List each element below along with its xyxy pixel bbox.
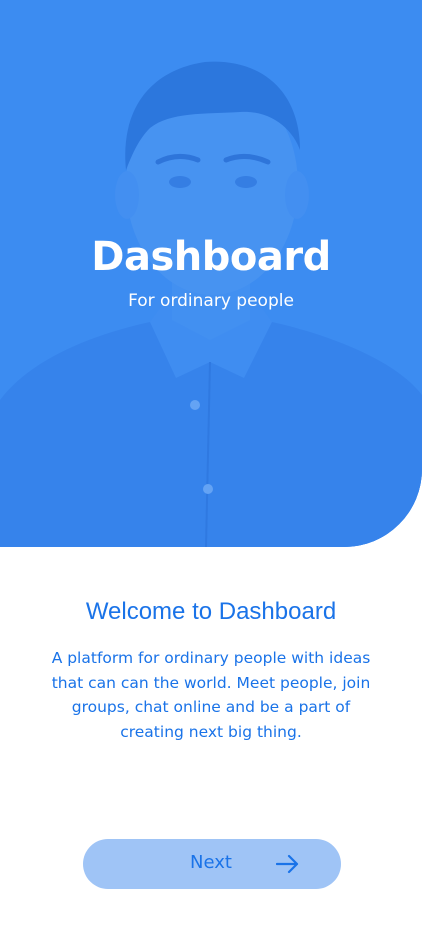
arrow-right-icon (276, 854, 299, 874)
hero-banner: Dashboard For ordinary people (0, 0, 422, 547)
welcome-title: Welcome to Dashboard (85, 598, 337, 625)
welcome-description: A platform for ordinary people with idea… (51, 649, 371, 741)
next-button[interactable]: Next (83, 839, 341, 889)
hero-title: Dashboard (91, 234, 331, 280)
next-button-label: Next (190, 852, 232, 873)
hero-subtitle: For ordinary people (128, 291, 294, 311)
onboarding-screen: Dashboard For ordinary people Welcome to… (0, 0, 422, 925)
